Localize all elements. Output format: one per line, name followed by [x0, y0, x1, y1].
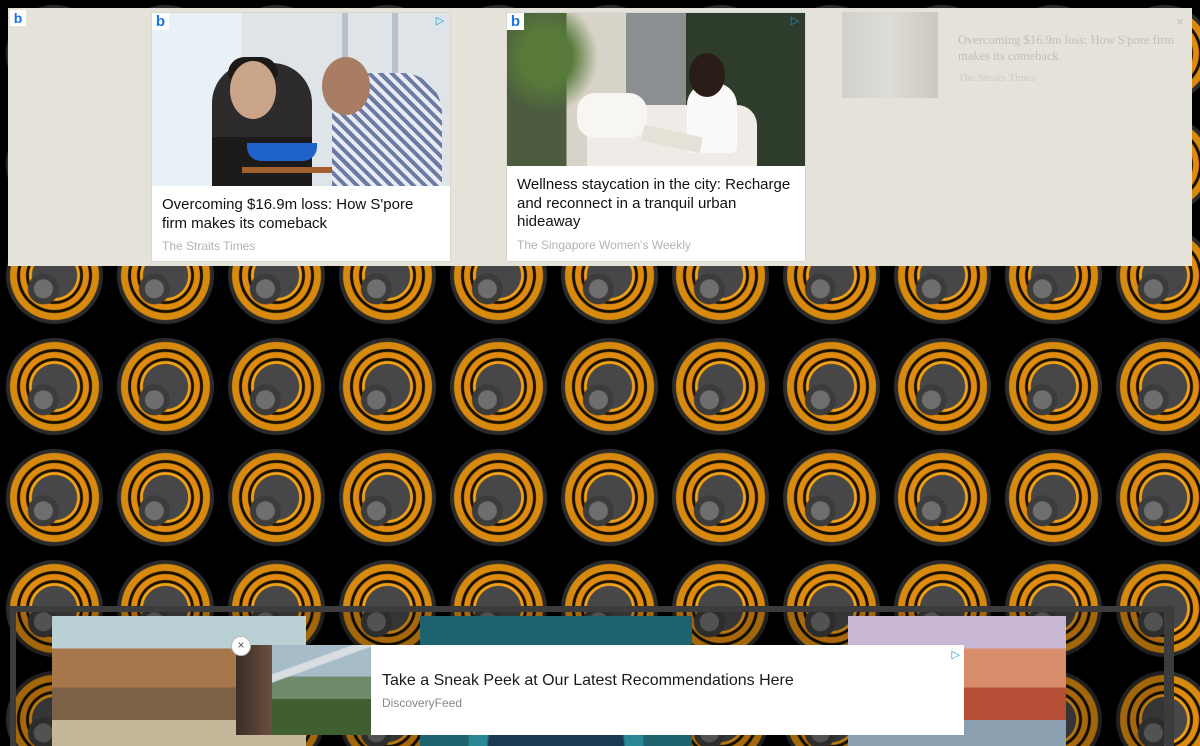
adchoices-icon[interactable]: ▷ — [952, 648, 960, 661]
ad-source: The Straits Times — [958, 72, 1036, 84]
ad-title[interactable]: Take a Sneak Peek at Our Latest Recommen… — [382, 672, 794, 690]
ad-logo-icon[interactable]: b — [507, 13, 524, 30]
adchoices-icon[interactable]: ▷ — [789, 15, 801, 27]
ad-source: The Straits Times — [162, 239, 256, 253]
top-ad-banner: b b ▷ Overcoming $16.9m loss: How S'pore… — [8, 8, 1192, 266]
close-ad-button[interactable]: × — [231, 636, 251, 656]
ad-card-womens-weekly[interactable]: b ▷ Wellness staycation in the city: Rec… — [506, 12, 806, 262]
ad-title[interactable]: Overcoming $16.9m loss: How S'pore firm … — [958, 32, 1178, 64]
ad-title[interactable]: Wellness staycation in the city: Recharg… — [517, 176, 795, 232]
ad-title[interactable]: Overcoming $16.9m loss: How S'pore firm … — [162, 196, 440, 233]
ad-thumbnail-edge — [236, 645, 272, 735]
ad-card-faded[interactable]: Overcoming $16.9m loss: How S'pore firm … — [842, 12, 1192, 102]
ad-source: The Singapore Women's Weekly — [517, 237, 691, 252]
ad-card-straits-times[interactable]: b ▷ Overcoming $16.9m loss: How S'pore f… — [151, 12, 451, 262]
close-icon[interactable]: × — [1176, 14, 1184, 29]
sticky-bottom-ad[interactable]: Take a Sneak Peek at Our Latest Recommen… — [236, 645, 964, 735]
adchoices-icon[interactable]: ▷ — [434, 15, 446, 27]
ad-thumbnail[interactable] — [842, 12, 938, 98]
ad-logo-icon[interactable]: b — [152, 13, 169, 30]
ad-source: DiscoveryFeed — [382, 696, 463, 710]
ad-image-wellness[interactable]: b ▷ — [507, 13, 805, 166]
ad-network-logo-icon[interactable]: b — [10, 10, 26, 26]
ad-image-office[interactable]: b ▷ — [152, 13, 450, 186]
